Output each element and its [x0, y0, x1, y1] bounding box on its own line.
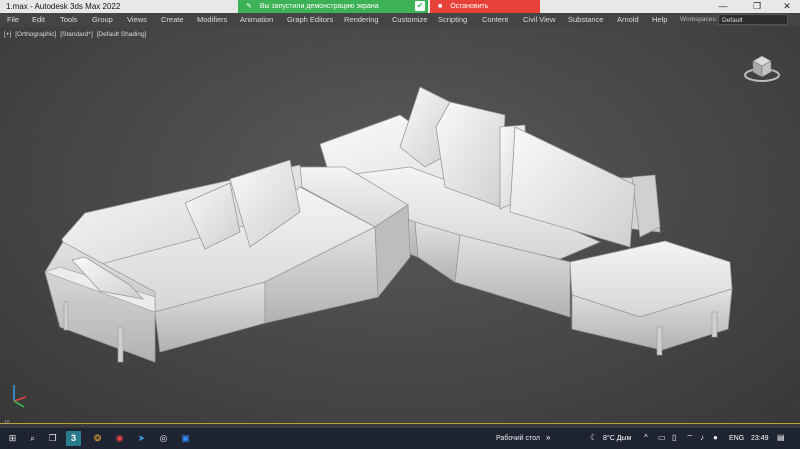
stop-icon: ■ — [438, 3, 443, 10]
maximize-button[interactable]: ❐ — [746, 0, 768, 13]
menu-group[interactable]: Group — [92, 15, 113, 24]
menu-scripting[interactable]: Scripting — [438, 15, 467, 24]
menu-graph-editors[interactable]: Graph Editors — [287, 15, 333, 24]
task-view-icon[interactable]: ❐ — [45, 431, 60, 446]
screen-share-notice-text: Вы запустили демонстрацию экрана — [259, 3, 379, 10]
language-indicator[interactable]: ENG — [729, 435, 744, 442]
menu-rendering[interactable]: Rendering — [344, 15, 379, 24]
weather-text[interactable]: 8°C Дым — [603, 435, 631, 442]
check-icon[interactable]: ✔ — [415, 1, 425, 11]
time-slider-start: 10 — [4, 420, 10, 426]
wifi-icon[interactable]: ⌔ — [686, 433, 694, 443]
windows-icon[interactable]: ⊞ — [5, 431, 20, 446]
desktop-toolbar-chevron[interactable]: » — [546, 433, 550, 442]
sofa-model[interactable] — [0, 27, 800, 423]
volume-icon[interactable]: ♪ — [700, 433, 704, 442]
notifications-icon[interactable]: ▤ — [777, 433, 785, 442]
screen-share-notice: ✎ Вы запустили демонстрацию экрана ✔ — [238, 0, 428, 13]
axis-gizmo-icon — [13, 385, 27, 408]
menu-tools[interactable]: Tools — [60, 15, 78, 24]
menu-customize[interactable]: Customize — [392, 15, 427, 24]
close-button[interactable]: ✕ — [776, 0, 798, 13]
obs-icon[interactable]: ◎ — [156, 431, 171, 446]
window-title: 1.max - Autodesk 3ds Max 2022 — [6, 2, 121, 11]
menu-animation[interactable]: Animation — [240, 15, 273, 24]
network-icon[interactable]: ▭ — [658, 433, 666, 442]
stop-share-button[interactable]: ■ Остановить демонстрацию — [430, 0, 540, 23]
menu-help[interactable]: Help — [652, 15, 667, 24]
menu-civil-view[interactable]: Civil View — [523, 15, 555, 24]
tray-overflow-icon[interactable]: ^ — [644, 433, 648, 442]
telegram-icon[interactable]: ➤ — [134, 431, 149, 446]
menu-views[interactable]: Views — [127, 15, 147, 24]
zoom-icon[interactable]: ▣ — [178, 431, 193, 446]
pencil-icon: ✎ — [246, 3, 252, 10]
weather-icon[interactable]: ☾ — [590, 433, 597, 442]
menu-substance[interactable]: Substance — [568, 15, 603, 24]
corona-icon[interactable]: ❂ — [90, 431, 105, 446]
3dsmax-icon[interactable]: 3 — [66, 431, 81, 446]
menu-file[interactable]: File — [7, 15, 19, 24]
menu-create[interactable]: Create — [161, 15, 184, 24]
desktop-toolbar-label[interactable]: Рабочий стол — [496, 435, 540, 442]
minimize-button[interactable]: — — [712, 0, 734, 13]
viewport-orthographic[interactable]: [+] [Orthographic] [Standard*] [Default … — [0, 27, 800, 423]
menu-modifiers[interactable]: Modifiers — [197, 15, 227, 24]
windows-taskbar: ⊞ ⌕ ❐ 3 ❂ ◉ ➤ ◎ ▣ Рабочий стол » ☾ 8°C Д… — [0, 428, 800, 449]
menu-edit[interactable]: Edit — [32, 15, 45, 24]
workspaces-label: Workspaces: — [680, 16, 718, 23]
menu-content[interactable]: Content — [482, 15, 508, 24]
yandex-icon[interactable]: ◉ — [112, 431, 127, 446]
battery-icon[interactable]: ▯ — [672, 433, 676, 442]
microphone-icon[interactable]: ● — [713, 433, 718, 442]
workspaces-select[interactable]: Default — [718, 14, 788, 25]
search-icon[interactable]: ⌕ — [25, 431, 40, 446]
menu-arnold[interactable]: Arnold — [617, 15, 639, 24]
clock[interactable]: 23:49 — [751, 435, 769, 442]
menu-bar: File Edit Tools Group Views Create Modif… — [0, 13, 800, 27]
